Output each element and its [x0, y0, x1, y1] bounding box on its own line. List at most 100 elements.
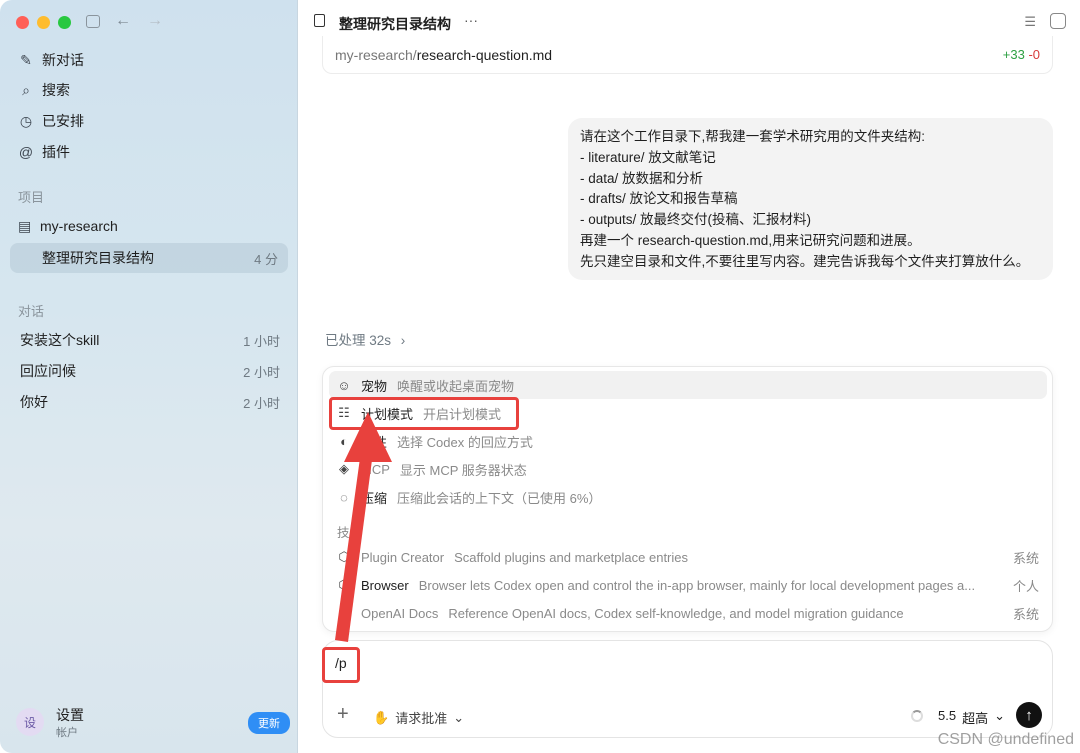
user-message-bubble: 请在这个工作目录下,帮我建一套学术研究用的文件夹结构: - literature… — [568, 118, 1053, 280]
nav-plugins[interactable]: @ 插件 — [18, 141, 70, 163]
command-name: 个性 — [361, 434, 388, 450]
nav-scheduled[interactable]: ◷ 已安排 — [18, 110, 84, 132]
command-desc: 压缩此会话的上下文（已使用 6%） — [397, 490, 602, 506]
message-line: 先只建空目录和文件,不要往里写内容。建完告诉我每个文件夹打算放什么。 — [580, 253, 1030, 269]
account-area[interactable]: 设 设置 帐户 更新 — [16, 705, 292, 741]
conversation-label: 你好 — [20, 394, 48, 410]
processed-status[interactable]: 已处理 32s › — [325, 329, 405, 349]
task-time: 4 分 — [254, 251, 278, 267]
nav-label: 新对话 — [42, 52, 84, 68]
skill-scope: 系统 — [1012, 606, 1039, 622]
sidebar-toolbar: ← → — [86, 12, 164, 30]
model-version: 5.5 — [938, 708, 957, 723]
message-line: 请在这个工作目录下,帮我建一套学术研究用的文件夹结构: — [580, 129, 926, 144]
skill-name: OpenAI Docs — [361, 605, 439, 621]
projects-section-label: 项目 — [18, 190, 45, 205]
command-item-mcp[interactable]: ◈ MCP 显示 MCP 服务器状态 — [329, 455, 1047, 483]
input-highlight-box — [322, 647, 360, 683]
command-desc: 选择 Codex 的回应方式 — [397, 434, 533, 450]
skill-desc: Scaffold plugins and marketplace entries — [454, 549, 689, 565]
cube-icon: ⬡ — [338, 605, 350, 620]
message-line: - data/ 放数据和分析 — [580, 170, 704, 186]
chevron-down-icon: ⌄ — [453, 709, 465, 725]
mcp-icon: ◈ — [339, 461, 349, 476]
diff-stats: +33 -0 — [1003, 47, 1040, 62]
message-line: - literature/ 放文献笔记 — [580, 149, 716, 165]
lines-removed: -0 — [1028, 47, 1040, 62]
main-panel: 整理研究目录结构 ··· ☰ my-research/research-ques… — [298, 0, 1080, 753]
plugin-icon: @ — [18, 144, 34, 160]
file-dir: my-research/ — [335, 46, 417, 63]
skill-scope: 个人 — [1012, 578, 1039, 594]
panel-toggle-icon[interactable] — [1050, 13, 1066, 29]
message-line: - outputs/ 放最终交付(投稿、汇报材料) — [580, 212, 812, 228]
chevron-down-icon: ⌄ — [994, 708, 1005, 723]
avatar: 设 — [16, 708, 44, 736]
nav-new-chat[interactable]: ✎ 新对话 — [18, 49, 84, 71]
maximize-window-button[interactable] — [58, 16, 71, 29]
skill-scope: 系统 — [1012, 550, 1039, 566]
approval-label: 请求批准 — [395, 711, 448, 726]
back-arrow-icon[interactable]: ← — [114, 12, 132, 30]
command-name: 宠物 — [361, 378, 388, 394]
processed-label: 已处理 32s — [325, 333, 392, 348]
skill-name: Browser — [361, 577, 409, 593]
project-item-my-research[interactable]: ▤ my-research — [18, 215, 118, 237]
watermark: CSDN @undefined — [937, 731, 1074, 748]
chevron-right-icon: › — [400, 333, 406, 348]
changed-file-card[interactable]: my-research/research-question.md +33 -0 — [322, 36, 1053, 74]
conversation-time: 1 小时 — [243, 333, 280, 349]
conversation-item[interactable]: 回应问候 2 小时 — [20, 360, 280, 382]
folder-icon: ▤ — [18, 217, 32, 234]
settings-label: 设置 — [56, 707, 84, 723]
approval-mode-dropdown[interactable]: ✋ 请求批准 ⌄ — [373, 708, 464, 727]
send-button[interactable]: ↑ — [1016, 702, 1042, 728]
model-selector[interactable]: 5.5 超高 ⌄ — [938, 708, 1005, 727]
forward-arrow-icon[interactable]: → — [146, 12, 164, 30]
conversation-item[interactable]: 你好 2 小时 — [20, 391, 280, 413]
nav-search[interactable]: ⌕ 搜索 — [18, 79, 70, 101]
account-label: 帐户 — [56, 727, 78, 739]
progress-spinner-icon — [911, 710, 923, 722]
conversation-item[interactable]: 安装这个skill 1 小时 — [20, 329, 280, 351]
command-item-personality[interactable]: ◐ 个性 选择 Codex 的回应方式 — [329, 427, 1047, 455]
command-desc: 唤醒或收起桌面宠物 — [397, 378, 515, 394]
skill-name: Plugin Creator — [361, 549, 445, 565]
pet-icon: ☺ — [337, 377, 351, 393]
update-button[interactable]: 更新 — [248, 712, 290, 734]
list-view-icon[interactable]: ☰ — [1024, 14, 1036, 30]
clock-icon: ◷ — [19, 112, 33, 129]
minimize-window-button[interactable] — [37, 16, 50, 29]
sidebar: ← → ✎ 新对话 ⌕ 搜索 ◷ 已安排 @ 插件 项目 ▤ my-resear… — [0, 0, 298, 753]
message-line: 再建一个 research-question.md,用来记研究问题和进展。 — [580, 232, 921, 248]
conversation-label: 回应问候 — [20, 363, 76, 379]
hand-icon: ✋ — [373, 709, 390, 725]
nav-label: 搜索 — [42, 82, 70, 98]
project-label: my-research — [40, 218, 118, 234]
window-controls — [16, 16, 71, 29]
message-composer[interactable]: /p + ✋ 请求批准 ⌄ 5.5 超高 ⌄ ↑ — [322, 640, 1053, 738]
close-window-button[interactable] — [16, 16, 29, 29]
skill-desc: Reference OpenAI docs, Codex self-knowle… — [448, 605, 904, 621]
command-item-compress[interactable]: ◌ 压缩 压缩此会话的上下文（已使用 6%） — [329, 483, 1047, 511]
conversation-time: 2 小时 — [243, 364, 280, 380]
message-line: - drafts/ 放论文和报告草稿 — [580, 191, 738, 207]
compress-icon: ◌ — [340, 489, 348, 505]
skill-item-openai-docs[interactable]: ⬡ OpenAI Docs Reference OpenAI docs, Cod… — [329, 599, 1047, 627]
file-name: research-question.md — [416, 46, 553, 63]
search-icon: ⌕ — [22, 81, 30, 98]
skill-item-browser[interactable]: ⬡ Browser Browser lets Codex open and co… — [329, 571, 1047, 599]
skill-desc: Browser lets Codex open and control the … — [418, 577, 976, 593]
task-item-active[interactable]: 整理研究目录结构 4 分 — [10, 243, 288, 273]
sidebar-toggle-icon[interactable] — [86, 15, 100, 28]
cube-icon: ⬡ — [338, 577, 350, 592]
command-item-pet[interactable]: ☺ 宠物 唤醒或收起桌面宠物 — [329, 371, 1047, 399]
add-attachment-icon[interactable]: + — [337, 703, 349, 726]
conversation-label: 安装这个skill — [20, 332, 100, 348]
skill-item-plugin-creator[interactable]: ⬡ Plugin Creator Scaffold plugins and ma… — [329, 543, 1047, 571]
more-options-icon[interactable]: ··· — [464, 12, 478, 28]
command-name: 压缩 — [361, 490, 388, 506]
task-label: 整理研究目录结构 — [42, 250, 154, 266]
skills-section-label: 技能 — [337, 526, 363, 540]
conversations-section-label: 对话 — [18, 304, 45, 319]
